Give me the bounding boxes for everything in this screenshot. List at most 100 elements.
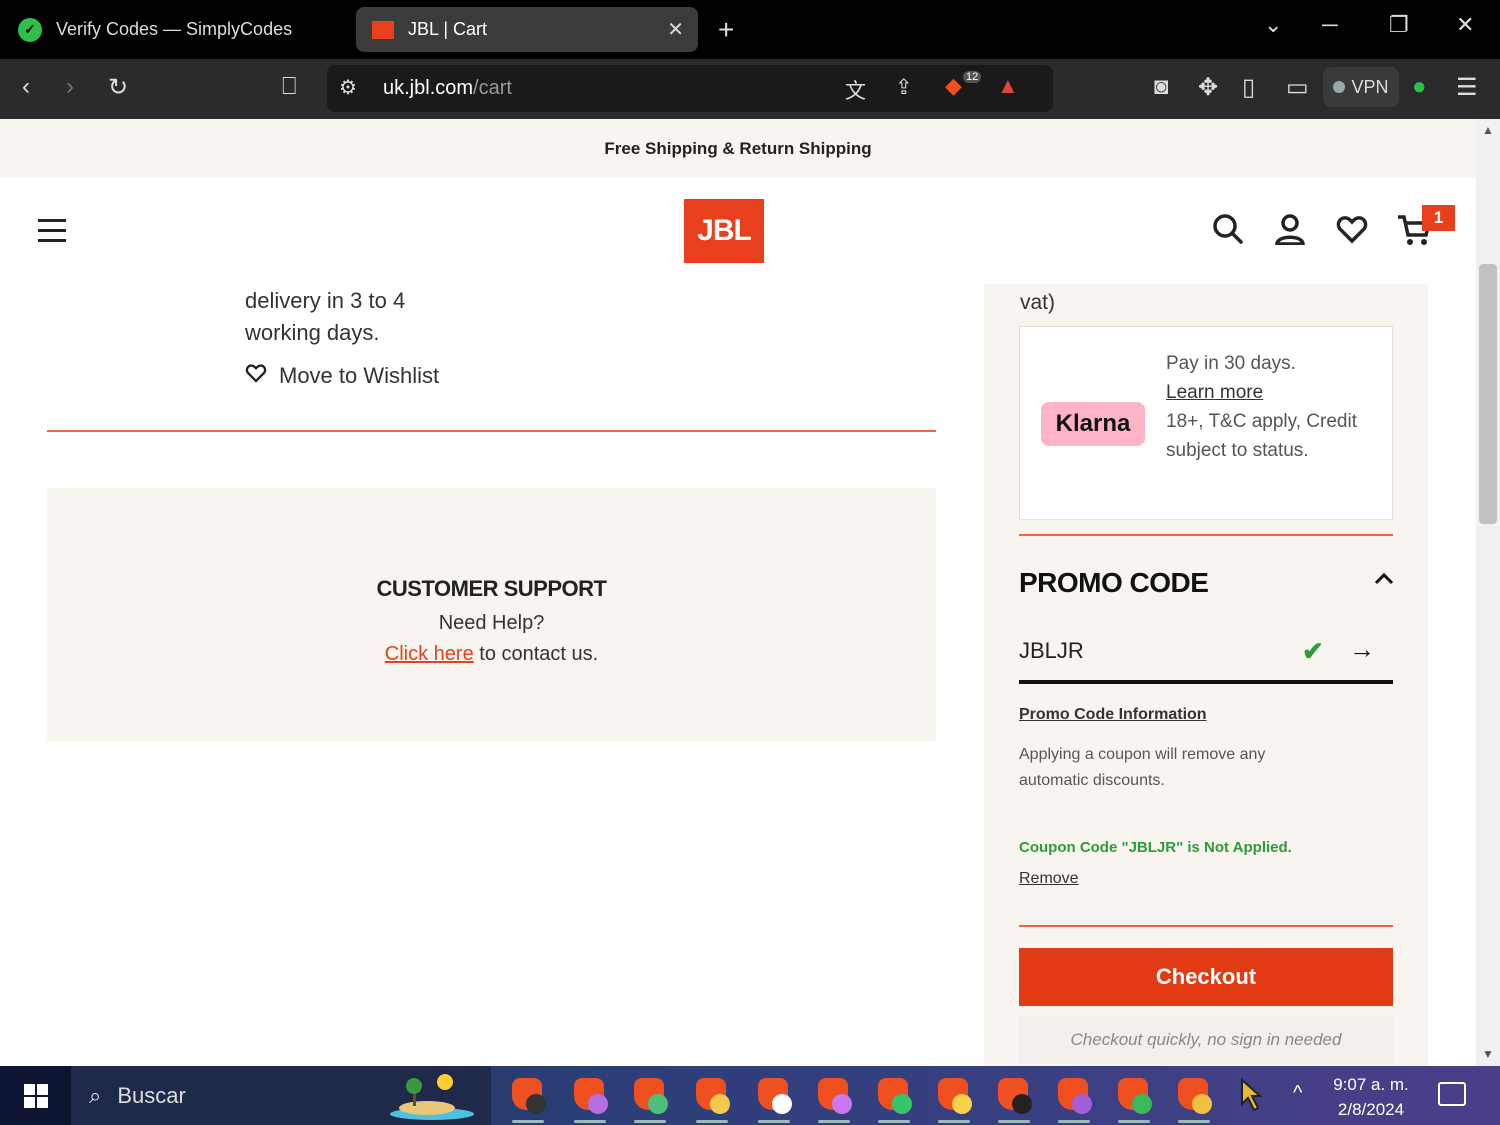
sidebar-icon[interactable]: ▯ bbox=[1242, 73, 1255, 102]
checkmark-icon: ✔ bbox=[1302, 636, 1324, 666]
site-settings-icon[interactable]: ⚙ bbox=[339, 75, 357, 100]
browser-tab-bar: ✓ Verify Codes — SimplyCodes JBL | Cart … bbox=[0, 0, 1500, 59]
taskbar-brave-app-9[interactable] bbox=[994, 1076, 1034, 1123]
taskbar-clock[interactable]: 9:07 a. m. 2/8/2024 bbox=[1330, 1072, 1412, 1122]
klarna-learn-more-link[interactable]: Learn more bbox=[1166, 378, 1381, 407]
simplycodes-extension-icon[interactable]: ● bbox=[1412, 73, 1427, 101]
taskbar-brave-app-10[interactable] bbox=[1054, 1076, 1094, 1123]
site-menu-icon[interactable] bbox=[38, 219, 66, 249]
web-page: Free Shipping & Return Shipping JBL 1 de… bbox=[0, 119, 1476, 1066]
vpn-status-dot bbox=[1333, 81, 1346, 93]
promo-divider-bottom bbox=[1019, 925, 1393, 927]
taskbar-brave-app-5[interactable] bbox=[754, 1076, 794, 1123]
quick-checkout-note: Checkout quickly, no sign in needed bbox=[1019, 1016, 1393, 1064]
menu-icon[interactable]: ☰ bbox=[1456, 73, 1478, 102]
bookmark-icon[interactable]: ⎕ bbox=[282, 73, 296, 101]
remove-coupon-link[interactable]: Remove bbox=[1019, 870, 1079, 888]
shipping-banner: Free Shipping & Return Shipping bbox=[0, 119, 1476, 178]
minimize-icon[interactable]: ─ bbox=[1322, 12, 1338, 38]
brave-shields-icon[interactable]: ◆ bbox=[945, 73, 962, 99]
scroll-up-icon[interactable]: ▲ bbox=[1482, 123, 1494, 137]
customer-support-box: CUSTOMER SUPPORT Need Help? Click here t… bbox=[47, 488, 936, 741]
promo-code-information-link[interactable]: Promo Code Information bbox=[1019, 706, 1207, 724]
checkout-button[interactable]: Checkout bbox=[1019, 948, 1393, 1006]
support-title: CUSTOMER SUPPORT bbox=[376, 576, 607, 601]
order-summary-panel: vat) Klarna Pay in 30 days. Learn more 1… bbox=[984, 284, 1428, 1066]
page-scrollbar[interactable]: ▲ ▼ bbox=[1476, 119, 1500, 1066]
chevron-up-icon[interactable] bbox=[1374, 568, 1394, 591]
tab-list-chevron-icon[interactable]: ⌄ bbox=[1264, 12, 1282, 38]
move-to-wishlist-label: Move to Wishlist bbox=[279, 363, 440, 388]
browser-toolbar: ‹ › ↻ ⎕ ⚙ uk.jbl.com/cart 文 ⇪ ◆ 12 ▲ ◙ ✥… bbox=[0, 59, 1500, 119]
heart-icon bbox=[245, 363, 267, 389]
notifications-icon[interactable] bbox=[1438, 1082, 1466, 1106]
wishlist-heart-icon[interactable] bbox=[1336, 213, 1368, 253]
search-icon: ⌕ bbox=[89, 1082, 102, 1108]
support-help: Need Help? bbox=[438, 612, 545, 634]
taskbar-brave-app-2[interactable] bbox=[570, 1076, 610, 1123]
simplycodes-icon: ✓ bbox=[18, 17, 42, 42]
promo-divider-top bbox=[1019, 534, 1393, 536]
coupon-status: Coupon Code "JBLJR" is Not Applied. bbox=[1019, 839, 1292, 856]
brave-rewards-icon[interactable]: ▲ bbox=[997, 73, 1019, 99]
account-icon[interactable] bbox=[1274, 213, 1306, 253]
start-button[interactable] bbox=[0, 1066, 71, 1125]
share-icon[interactable]: ⇪ bbox=[895, 75, 913, 100]
taskbar-brave-app-4[interactable] bbox=[692, 1076, 732, 1123]
tab-verify-codes[interactable]: ✓ Verify Codes — SimplyCodes bbox=[18, 7, 338, 52]
extensions-icon[interactable]: ✥ bbox=[1198, 73, 1218, 102]
system-tray-chevron-icon[interactable]: ^ bbox=[1293, 1082, 1302, 1105]
clock-time: 9:07 a. m. bbox=[1333, 1075, 1409, 1094]
jbl-favicon-icon bbox=[372, 20, 394, 39]
promo-description: Applying a coupon will remove any automa… bbox=[1019, 746, 1266, 789]
tab-title: Verify Codes — SimplyCodes bbox=[56, 19, 293, 39]
contact-link[interactable]: Click here bbox=[385, 643, 474, 665]
vpn-label: VPN bbox=[1351, 76, 1389, 97]
close-window-icon[interactable]: ✕ bbox=[1456, 12, 1474, 38]
taskbar-brave-app-1[interactable] bbox=[508, 1076, 548, 1123]
taskbar-cursor-app[interactable] bbox=[1232, 1076, 1272, 1116]
close-tab-icon[interactable]: ✕ bbox=[667, 17, 684, 42]
taskbar-brave-app-8[interactable] bbox=[934, 1076, 974, 1123]
restore-icon[interactable]: ❐ bbox=[1389, 12, 1409, 38]
promo-code-title: PROMO CODE bbox=[1019, 567, 1209, 598]
klarna-logo: Klarna bbox=[1041, 402, 1145, 446]
tab-jbl-cart[interactable]: JBL | Cart ✕ bbox=[356, 7, 698, 52]
search-icon[interactable] bbox=[1212, 213, 1244, 253]
klarna-text: Pay in 30 days. Learn more 18+, T&C appl… bbox=[1166, 349, 1381, 465]
support-contact: Click here to contact us. bbox=[384, 643, 599, 665]
taskbar-brave-app-3[interactable] bbox=[630, 1076, 670, 1123]
reload-icon[interactable]: ↻ bbox=[108, 73, 128, 102]
scroll-down-icon[interactable]: ▼ bbox=[1482, 1047, 1494, 1061]
taskbar-search-label: Buscar bbox=[117, 1082, 186, 1108]
translate-icon[interactable]: 文 bbox=[845, 75, 866, 105]
tab-title: JBL | Cart bbox=[408, 19, 488, 39]
island-widget-icon[interactable] bbox=[387, 1072, 477, 1120]
apply-arrow-icon[interactable]: → bbox=[1349, 634, 1375, 665]
section-divider bbox=[47, 430, 936, 432]
back-icon[interactable]: ‹ bbox=[22, 73, 30, 101]
taskbar-brave-app-7[interactable] bbox=[874, 1076, 914, 1123]
promo-code-input[interactable]: JBLJR ✔ → bbox=[1019, 634, 1393, 684]
taskbar-brave-app-12[interactable] bbox=[1174, 1076, 1214, 1123]
clock-date: 2/8/2024 bbox=[1337, 1100, 1405, 1119]
cart-count-badge: 1 bbox=[1422, 205, 1455, 231]
address-bar[interactable]: ⚙ uk.jbl.com/cart 文 ⇪ ◆ 12 ▲ bbox=[327, 65, 1053, 112]
jbl-logo[interactable]: JBL bbox=[684, 199, 764, 263]
vat-text: vat) bbox=[1020, 291, 1056, 314]
leo-ai-icon[interactable]: ◙ bbox=[1154, 73, 1169, 101]
scroll-thumb[interactable] bbox=[1479, 264, 1497, 524]
vpn-button[interactable]: VPN bbox=[1323, 67, 1399, 107]
windows-icon bbox=[23, 1083, 48, 1108]
new-tab-icon[interactable]: + bbox=[718, 14, 734, 46]
taskbar-brave-app-11[interactable] bbox=[1114, 1076, 1154, 1123]
promo-code-value[interactable]: JBLJR bbox=[1019, 638, 1084, 664]
taskbar-brave-app-6[interactable] bbox=[814, 1076, 854, 1123]
klarna-box: Klarna Pay in 30 days. Learn more 18+, T… bbox=[1019, 326, 1393, 520]
wallet-icon[interactable]: ▭ bbox=[1286, 73, 1309, 102]
forward-icon[interactable]: › bbox=[66, 73, 74, 101]
url-text[interactable]: uk.jbl.com/cart bbox=[383, 77, 512, 100]
delivery-estimate: delivery in 3 to 4 working days. bbox=[245, 288, 406, 345]
windows-taskbar: ⌕ Buscar ^ 9:07 a. m. 2/8/2024 bbox=[0, 1066, 1500, 1125]
move-to-wishlist-button[interactable]: Move to Wishlist bbox=[245, 363, 439, 389]
